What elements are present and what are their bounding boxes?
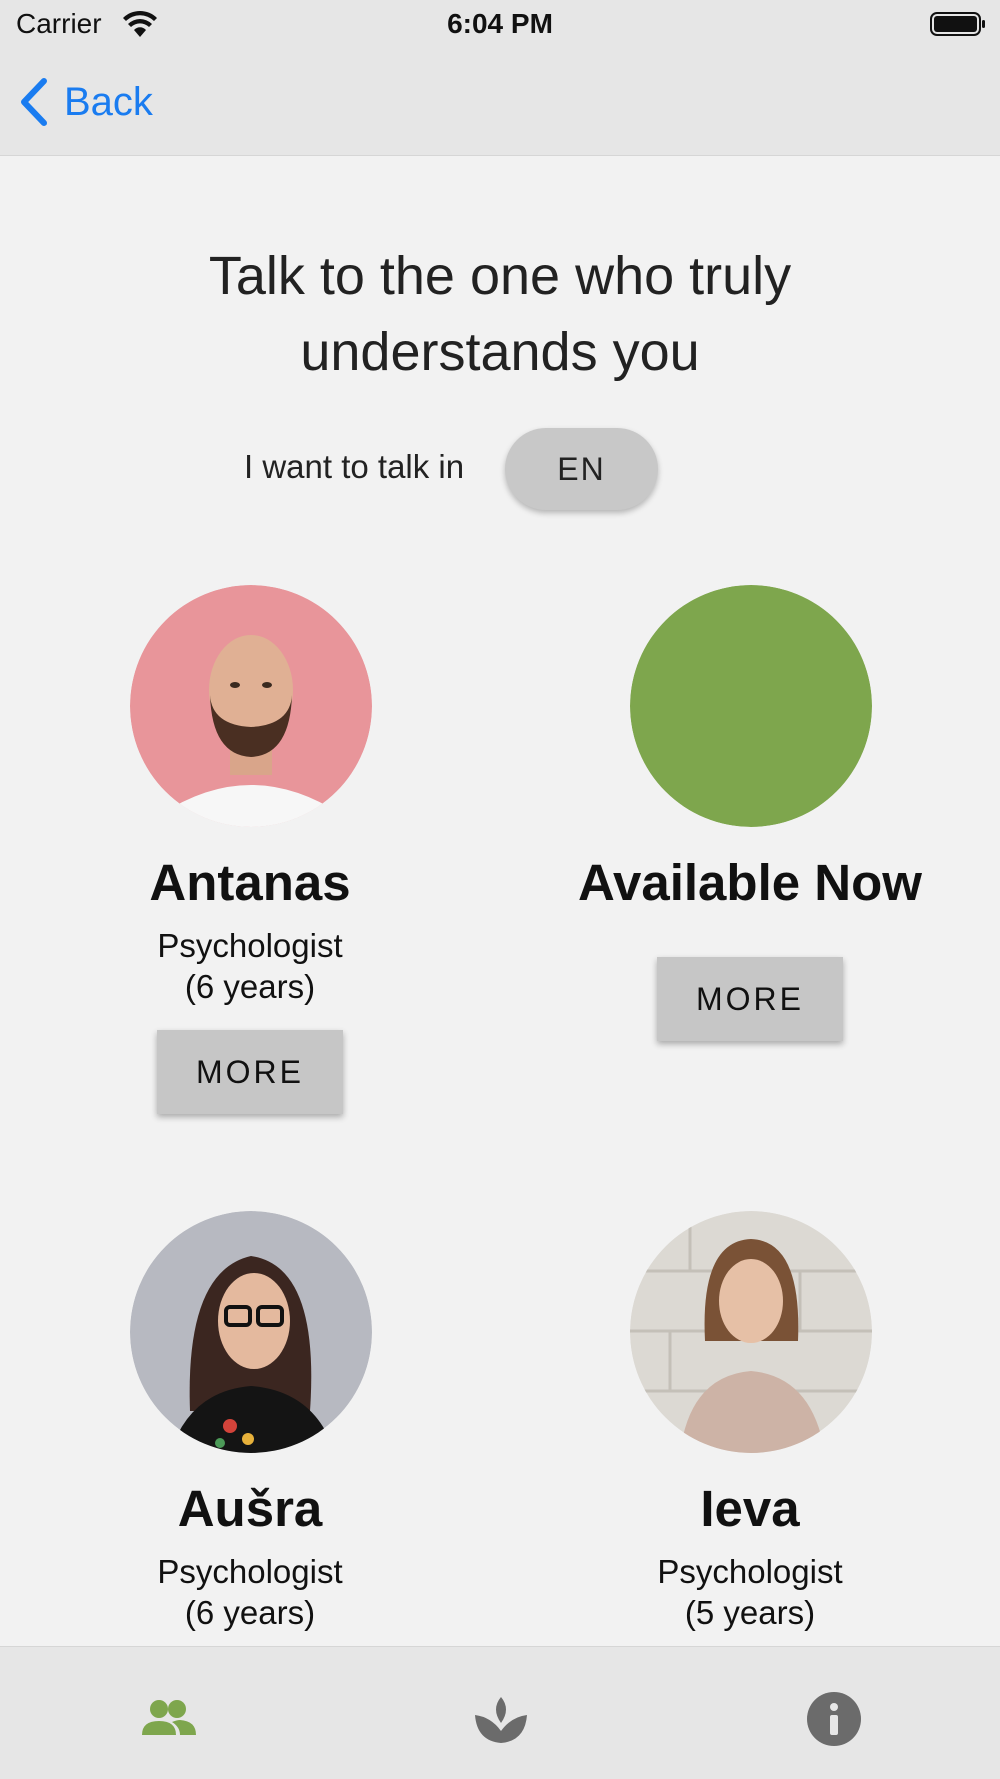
avatar-placeholder [630, 585, 872, 827]
avatar [630, 585, 872, 827]
specialist-name: Antanas [149, 854, 351, 911]
avatar [630, 1211, 872, 1453]
clock: 6:04 PM [447, 8, 553, 39]
avatar [130, 1211, 372, 1453]
headline-line-2: understands you [300, 322, 700, 382]
more-button[interactable]: MORE [657, 957, 843, 1041]
avatar-photo [130, 1211, 372, 1453]
role-experience: (6 years) [184, 1594, 316, 1631]
tab-bar [0, 1646, 1000, 1779]
role-experience: (5 years) [684, 1594, 816, 1631]
avatar [130, 585, 372, 827]
specialist-name: Available Now [578, 854, 922, 911]
specialist-role: Psychologist (6 years) [50, 1551, 450, 1633]
more-button[interactable]: MORE [157, 1030, 343, 1114]
tab-specialists[interactable] [138, 1689, 198, 1749]
role-experience: (6 years) [184, 968, 316, 1005]
back-button[interactable]: Back [18, 76, 153, 128]
specialist-role: Psychologist (6 years) [50, 925, 450, 1007]
status-bar: Carrier 6:04 PM [0, 0, 1000, 50]
specialist-name: Ieva [700, 1480, 800, 1537]
back-label: Back [64, 79, 153, 124]
battery-icon [930, 12, 985, 36]
navigation-bar: Back [0, 50, 1000, 156]
role-title: Psychologist [657, 1553, 843, 1590]
language-selector: I want to talk in EN [0, 428, 1000, 512]
people-icon [142, 1700, 196, 1735]
specialist-name: Aušra [177, 1480, 323, 1537]
tab-info[interactable] [804, 1689, 864, 1749]
page-headline: Talk to the one who truly understands yo… [0, 238, 1000, 390]
tab-wellbeing[interactable] [471, 1689, 531, 1749]
chevron-left-icon [21, 78, 47, 126]
info-icon [807, 1692, 861, 1746]
headline-line-1: Talk to the one who truly [208, 246, 792, 306]
language-label: I want to talk in [244, 448, 465, 485]
avatar-photo [130, 585, 372, 827]
avatar-photo [630, 1211, 872, 1453]
lotus-icon [475, 1697, 527, 1743]
role-title: Psychologist [157, 1553, 343, 1590]
language-button[interactable]: EN [505, 428, 658, 510]
role-title: Psychologist [157, 927, 343, 964]
specialist-role: Psychologist (5 years) [550, 1551, 950, 1633]
